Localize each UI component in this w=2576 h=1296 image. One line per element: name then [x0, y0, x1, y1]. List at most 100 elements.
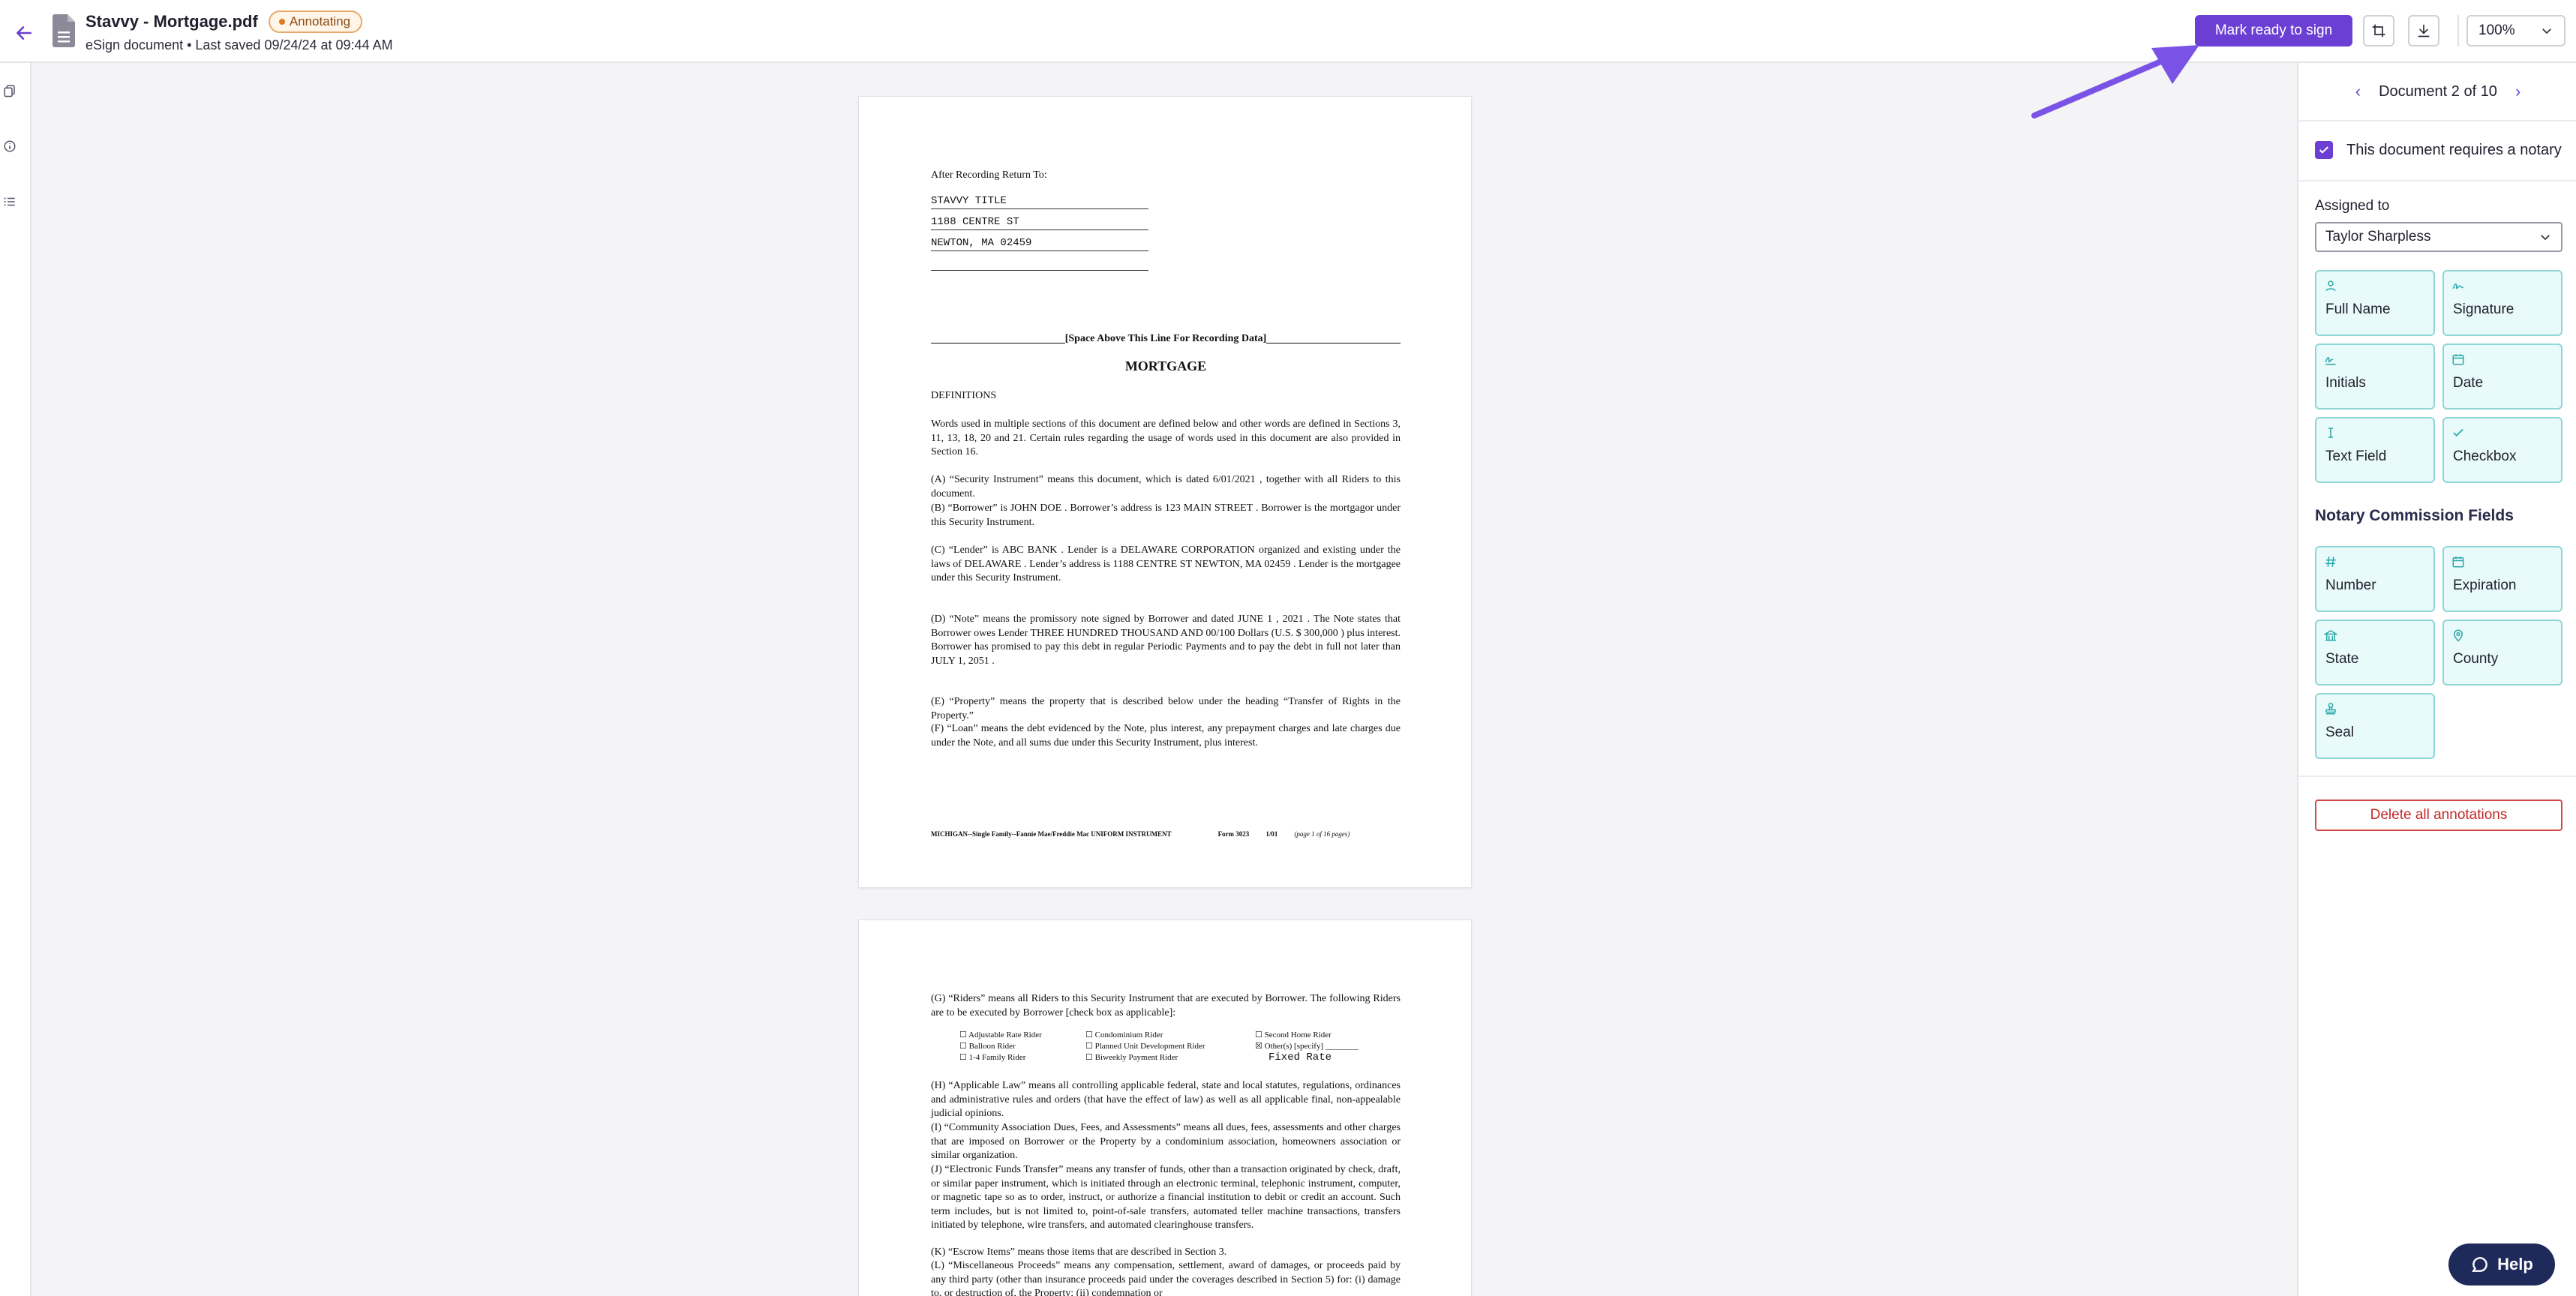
definitions-intro: Words used in multiple sections of this … [931, 418, 1401, 458]
field-date[interactable]: Date [2442, 344, 2562, 410]
copy-pages-icon [4, 85, 15, 98]
notary-required-checkbox[interactable] [2315, 141, 2333, 159]
field-label: Number [2325, 578, 2376, 593]
info-button[interactable] [2, 138, 18, 154]
initials-icon [2325, 357, 2336, 365]
definition-d: (D) “Note” means the promissory note sig… [931, 614, 1401, 667]
pages-button[interactable] [2, 82, 18, 99]
rider-item: ☒ Other(s) [specify] ________ [1255, 1042, 1359, 1051]
riders-column-3: ☐ Second Home Rider ☒ Other(s) [specify]… [1255, 1030, 1405, 1064]
return-address-line-4 [931, 257, 1148, 271]
return-address-line-2: 1188 CENTRE ST [931, 215, 1148, 230]
definition-e: (E) “Property” means the property that i… [931, 696, 1401, 722]
document-title: Stavvy - Mortgage.pdf [86, 12, 258, 31]
definition-g: (G) “Riders” means all Riders to this Se… [931, 993, 1401, 1018]
riders-column-2: ☐ Condominium Rider ☐ Planned Unit Devel… [1085, 1030, 1250, 1064]
notary-fields-heading: Notary Commission Fields [2315, 507, 2514, 524]
annotation-panel: ‹ Document 2 of 10 › This document requi… [2297, 63, 2576, 1296]
field-signature[interactable]: Signature [2442, 270, 2562, 336]
rider-item: ☐ Second Home Rider [1255, 1030, 1332, 1040]
field-full-name[interactable]: Full Name [2315, 270, 2435, 336]
stamp-icon [2325, 703, 2336, 715]
rider-item: ☐ Condominium Rider [1085, 1030, 1163, 1040]
definition-l: (L) “Miscellaneous Proceeds” means any c… [931, 1260, 1401, 1296]
status-badge: Annotating [268, 10, 363, 33]
chevron-down-icon [2542, 28, 2551, 34]
document-canvas[interactable]: After Recording Return To: STAVVY TITLE … [32, 63, 2297, 1296]
assignee-select[interactable]: Taylor Sharpless [2315, 222, 2562, 252]
zoom-select[interactable]: 100% [2466, 15, 2565, 46]
divider [2298, 180, 2576, 182]
notary-requirement: This document requires a notary [2315, 141, 2562, 159]
title-row: Stavvy - Mortgage.pdf Annotating [86, 10, 363, 33]
document-icon [53, 14, 75, 47]
return-to-label: After Recording Return To: [931, 170, 1047, 181]
mark-ready-to-sign-button[interactable]: Mark ready to sign [2195, 15, 2352, 46]
divider [2298, 120, 2576, 122]
field-checkbox[interactable]: Checkbox [2442, 417, 2562, 483]
return-address-line-3: NEWTON, MA 02459 [931, 236, 1148, 251]
footer-form: Form 3023 [1217, 830, 1250, 838]
document-counter: Document 2 of 10 [2379, 82, 2497, 100]
space-above-text: [Space Above This Line For Recording Dat… [1064, 333, 1267, 344]
page-footer: MICHIGAN--Single Family--Fannie Mae/Fred… [931, 827, 1401, 842]
rider-other-value: Fixed Rate [1268, 1052, 1332, 1064]
assigned-to-label: Assigned to [2315, 198, 2390, 214]
definition-j: (J) “Electronic Funds Transfer” means an… [931, 1164, 1401, 1231]
toolbar-divider [2457, 15, 2459, 46]
notary-field-seal[interactable]: Seal [2315, 693, 2435, 759]
field-label: Initials [2325, 375, 2366, 391]
footer-instrument: MICHIGAN--Single Family--Fannie Mae/Fred… [931, 830, 1172, 838]
download-button[interactable] [2408, 15, 2439, 46]
riders-column-1: ☐ Adjustable Rate Rider ☐ Balloon Rider … [959, 1030, 1091, 1064]
notary-field-number[interactable]: Number [2315, 546, 2435, 612]
space-above-line: [Space Above This Line For Recording Dat… [931, 332, 1401, 346]
field-initials[interactable]: Initials [2315, 344, 2435, 410]
outline-button[interactable] [2, 194, 18, 210]
rider-item: ☐ Adjustable Rate Rider [959, 1030, 1042, 1040]
field-label: Full Name [2325, 302, 2391, 317]
crop-button[interactable] [2363, 15, 2394, 46]
status-badge-label: Annotating [289, 14, 351, 28]
definitions-heading: DEFINITIONS [931, 390, 997, 401]
help-button[interactable]: Help [2448, 1244, 2555, 1286]
map-pin-icon [2453, 629, 2463, 642]
next-document-button[interactable]: › [2515, 82, 2520, 101]
field-label: Date [2453, 375, 2484, 391]
signature-icon [2452, 284, 2464, 290]
back-button[interactable] [9, 18, 39, 48]
definition-b: (B) “Borrower” is JOHN DOE . Borrower’s … [931, 502, 1401, 528]
definition-f: (F) “Loan” means the debt evidenced by t… [931, 723, 1401, 748]
field-label: Text Field [2325, 448, 2387, 464]
notary-field-expiration[interactable]: Expiration [2442, 546, 2562, 612]
info-icon [4, 140, 16, 152]
last-saved-text: eSign document • Last saved 09/24/24 at … [86, 38, 393, 52]
previous-document-button[interactable]: ‹ [2355, 82, 2361, 101]
crop-icon [2372, 24, 2385, 38]
left-rail [0, 63, 32, 1296]
delete-all-annotations-button[interactable]: Delete all annotations [2315, 800, 2562, 831]
building-icon [2324, 630, 2337, 641]
check-icon [2453, 428, 2463, 437]
status-dot-icon [278, 19, 285, 25]
definition-c: (C) “Lender” is ABC BANK . Lender is a D… [931, 544, 1401, 584]
field-label: Checkbox [2453, 448, 2517, 464]
document-page-2[interactable]: (G) “Riders” means all Riders to this Se… [858, 920, 1472, 1296]
rider-item: ☐ Balloon Rider [959, 1042, 1016, 1051]
calendar-icon [2452, 556, 2464, 568]
notary-field-county[interactable]: County [2442, 620, 2562, 686]
arrow-left-icon [17, 26, 32, 40]
list-icon [4, 197, 15, 206]
notary-required-label: This document requires a notary [2346, 141, 2562, 158]
field-label: Seal [2325, 724, 2355, 740]
field-text[interactable]: Text Field [2315, 417, 2435, 483]
notary-field-state[interactable]: State [2315, 620, 2435, 686]
document-page-1[interactable]: After Recording Return To: STAVVY TITLE … [858, 96, 1472, 888]
divider [2298, 776, 2576, 777]
definition-i: (I) “Community Association Dues, Fees, a… [931, 1122, 1401, 1161]
user-icon [2325, 280, 2336, 292]
checkmark-icon [2319, 146, 2329, 154]
help-label: Help [2497, 1255, 2533, 1274]
field-label: State [2325, 651, 2359, 667]
callout-arrow-icon [2031, 45, 2199, 118]
